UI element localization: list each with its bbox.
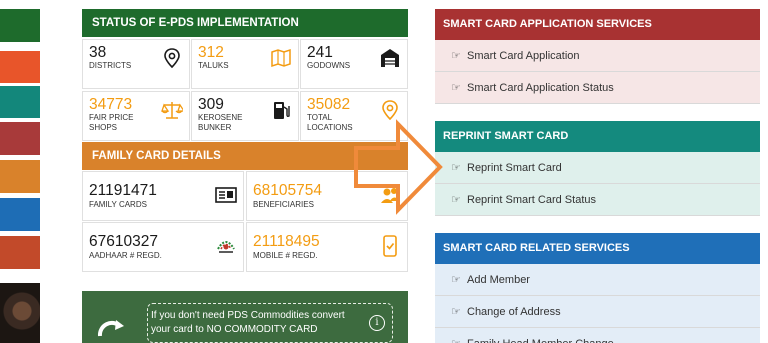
- stat-tile: 67610327 AADHAAR # REGD.: [82, 222, 244, 272]
- pointing-hand-icon: ☞: [451, 306, 461, 318]
- stat-value: 312: [198, 44, 224, 61]
- pointing-hand-icon: ☞: [451, 162, 461, 174]
- stat-label: TOTAL LOCATIONS: [307, 113, 353, 132]
- panel-link[interactable]: ☞ Add Member: [435, 264, 760, 296]
- pointing-hand-icon: ☞: [451, 274, 461, 286]
- fuel-pump-icon: [270, 99, 292, 121]
- stat-tile: 241 GODOWNS: [300, 39, 408, 89]
- stat-value: 68105754: [253, 182, 322, 199]
- services-panel: SMART CARD RELATED SERVICES ☞ Add Member ☞ C…: [435, 233, 760, 343]
- panel-header: SMART CARD RELATED SERVICES: [435, 233, 760, 264]
- banner-text: If you don't need PDS Commodities conver…: [151, 310, 345, 335]
- page: STATUS OF E-PDS IMPLEMENTATION 38 DISTRIC…: [0, 0, 768, 343]
- panel-link-label: Reprint Smart Card Status: [467, 194, 596, 206]
- stat-value: 34773: [89, 96, 133, 113]
- panel-link[interactable]: ☞Family Head Member Change: [435, 328, 760, 343]
- stat-tile: 21191471 FAMILY CARDS: [82, 171, 244, 221]
- stat-tile: 312 TALUKS: [191, 39, 299, 89]
- stat-label: AADHAAR # REGD.: [89, 251, 162, 260]
- panel-header: SMART CARD APPLICATION SERVICES: [435, 9, 760, 40]
- info-icon[interactable]: i: [369, 315, 385, 331]
- panel-link-label: Reprint Smart Card: [467, 162, 562, 174]
- services-panel: REPRINT SMART CARD ☞ Reprint Smart Card ☞ Re…: [435, 121, 760, 216]
- panel-link-label: Add Member: [467, 274, 530, 286]
- stat-tile: 21118495 MOBILE # REGD.: [246, 222, 408, 272]
- stat-value: 21191471: [89, 182, 157, 199]
- refresh-icon: [97, 320, 124, 337]
- pointing-hand-icon: ☞: [451, 194, 461, 206]
- stat-value: 309: [198, 96, 224, 113]
- stat-tile: 38 DISTRICTS: [82, 39, 190, 89]
- left-color-tile[interactable]: [0, 51, 40, 83]
- panel-link[interactable]: ☞ Smart Card Application Status: [435, 72, 760, 104]
- stat-label: FAMILY CARDS: [89, 200, 147, 209]
- location-pin-icon: [161, 47, 183, 69]
- stat-label: DISTRICTS: [89, 61, 132, 70]
- panel-link-label: Smart Card Application Status: [467, 82, 614, 94]
- map-icon: [270, 47, 292, 69]
- panel-link[interactable]: ☞ Smart Card Application: [435, 40, 760, 72]
- stat-value: 38: [89, 44, 107, 61]
- panel-link-label: Smart Card Application: [467, 50, 580, 62]
- left-color-tile[interactable]: [0, 122, 40, 155]
- stat-label: KEROSENE BUNKER: [198, 113, 243, 132]
- services-panel: SMART CARD APPLICATION SERVICES ☞ Smart Ca…: [435, 9, 760, 104]
- stat-label: GODOWNS: [307, 61, 351, 70]
- panel-link[interactable]: ☞ Change of Address: [435, 296, 760, 328]
- panel-link[interactable]: ☞ Reprint Smart Card Status: [435, 184, 760, 216]
- pointing-hand-icon: ☞: [451, 328, 465, 343]
- pointer-arrow-icon: [354, 119, 443, 215]
- stat-value: 241: [307, 44, 333, 61]
- mobile-check-icon: [379, 235, 401, 257]
- stat-label: TALUKS: [198, 61, 229, 70]
- warehouse-icon: [379, 47, 401, 69]
- stat-value: 21118495: [253, 233, 320, 250]
- pointing-hand-icon: ☞: [451, 50, 461, 62]
- epds-status-header: STATUS OF E-PDS IMPLEMENTATION: [82, 9, 408, 37]
- stat-tile: 34773 FAIR PRICE SHOPS: [82, 91, 190, 141]
- stat-value: 67610327: [89, 233, 158, 250]
- left-color-tile[interactable]: [0, 198, 40, 231]
- left-color-tile[interactable]: [0, 236, 40, 269]
- left-color-tile[interactable]: [0, 86, 40, 118]
- left-color-tile[interactable]: [0, 160, 40, 193]
- panel-header: REPRINT SMART CARD: [435, 121, 760, 152]
- stat-value: 35082: [307, 96, 351, 113]
- left-color-tile[interactable]: [0, 9, 40, 42]
- stat-label: BENEFICIARIES: [253, 200, 314, 209]
- id-card-icon: [215, 184, 237, 206]
- pointing-hand-icon: ☞: [451, 82, 461, 94]
- scales-icon: [161, 99, 183, 121]
- stat-tile: 309 KEROSENE BUNKER: [191, 91, 299, 141]
- stat-label: MOBILE # REGD.: [253, 251, 318, 260]
- aadhaar-icon: [215, 235, 237, 257]
- stat-label: FAIR PRICE SHOPS: [89, 113, 134, 132]
- left-photo-thumbnail[interactable]: [0, 283, 40, 343]
- panel-link[interactable]: ☞ Reprint Smart Card: [435, 152, 760, 184]
- panel-link-label: Family Head Member Change: [467, 338, 614, 343]
- panel-link-label: Change of Address: [467, 306, 561, 318]
